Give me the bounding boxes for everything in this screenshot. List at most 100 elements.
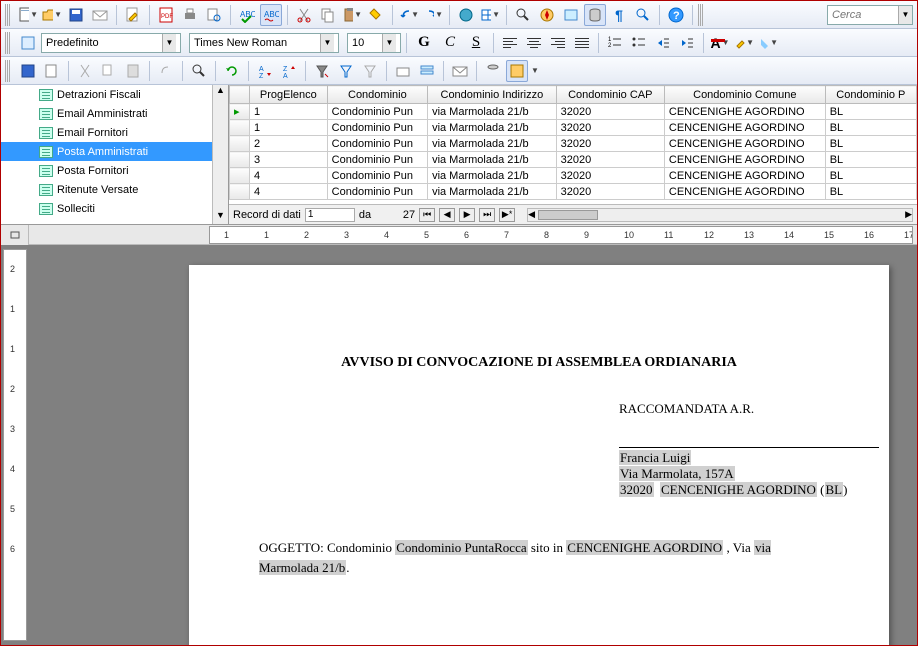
- hscroll-left[interactable]: ◀: [528, 209, 535, 220]
- redo-button[interactable]: ▼: [422, 4, 444, 26]
- page-scroll[interactable]: AVVISO DI CONVOCAZIONE DI ASSEMBLEA ORDI…: [29, 245, 917, 645]
- outdent-button[interactable]: [652, 32, 674, 54]
- remove-filter-button[interactable]: [359, 60, 381, 82]
- font-size-input[interactable]: [348, 34, 382, 52]
- cell[interactable]: via Marmolada 21/b: [428, 152, 557, 168]
- table-button[interactable]: ▼: [479, 4, 501, 26]
- find-button[interactable]: [512, 4, 534, 26]
- nav-new-button[interactable]: ▶*: [499, 208, 515, 222]
- cell[interactable]: 1: [250, 120, 328, 136]
- search-input[interactable]: [828, 6, 898, 24]
- vertical-ruler[interactable]: 21123456: [3, 249, 27, 641]
- undo-button[interactable]: ▼: [398, 4, 420, 26]
- toolbar-grip-2[interactable]: [698, 4, 704, 26]
- styles-button[interactable]: [17, 32, 39, 54]
- size-dropdown[interactable]: ▼: [382, 34, 396, 52]
- data-to-fields-button[interactable]: [416, 60, 438, 82]
- datasources-button[interactable]: [584, 4, 606, 26]
- paste-button[interactable]: ▼: [341, 4, 363, 26]
- document-page[interactable]: AVVISO DI CONVOCAZIONE DI ASSEMBLEA ORDI…: [189, 265, 889, 645]
- autofilter-button[interactable]: [311, 60, 333, 82]
- tree-item[interactable]: Ritenute Versate: [1, 180, 228, 199]
- row-header[interactable]: [230, 184, 250, 200]
- zoom-button[interactable]: [632, 4, 654, 26]
- data-to-text-button[interactable]: [392, 60, 414, 82]
- save-record-button[interactable]: [17, 60, 39, 82]
- row-header[interactable]: [230, 120, 250, 136]
- data-undo-button[interactable]: [155, 60, 177, 82]
- column-header[interactable]: Condominio P: [825, 86, 916, 104]
- nav-last-button[interactable]: ⏭: [479, 208, 495, 222]
- spellcheck-button[interactable]: ABC: [236, 4, 258, 26]
- row-header[interactable]: [230, 152, 250, 168]
- table-row[interactable]: ▸1Condominio Punvia Marmolada 21/b32020C…: [230, 104, 917, 120]
- sort-desc-button[interactable]: ZA: [278, 60, 300, 82]
- table-row[interactable]: 1Condominio Punvia Marmolada 21/b32020CE…: [230, 120, 917, 136]
- cell[interactable]: BL: [825, 184, 916, 200]
- format-paint-button[interactable]: [365, 4, 387, 26]
- toolbar-grip[interactable]: [5, 4, 11, 26]
- standard-filter-button[interactable]: [335, 60, 357, 82]
- cell[interactable]: via Marmolada 21/b: [428, 136, 557, 152]
- cell[interactable]: BL: [825, 152, 916, 168]
- cell[interactable]: Condominio Pun: [327, 136, 427, 152]
- navigator-button[interactable]: [536, 4, 558, 26]
- tree-item[interactable]: Posta Amministrati: [1, 142, 228, 161]
- data-grid[interactable]: ProgElencoCondominioCondominio Indirizzo…: [229, 85, 917, 200]
- font-name-input[interactable]: [190, 34, 320, 52]
- toolbar-overflow[interactable]: ▼: [531, 66, 539, 75]
- table-row[interactable]: 4Condominio Punvia Marmolada 21/b32020CE…: [230, 168, 917, 184]
- toolbar-grip-4[interactable]: [5, 60, 11, 82]
- cell[interactable]: CENCENIGHE AGORDINO: [664, 184, 825, 200]
- data-cut-button[interactable]: [74, 60, 96, 82]
- save-button[interactable]: [65, 4, 87, 26]
- tree-item[interactable]: Email Fornitori: [1, 123, 228, 142]
- cell[interactable]: Condominio Pun: [327, 152, 427, 168]
- highlight-button[interactable]: ▼: [733, 32, 755, 54]
- cell[interactable]: 32020: [556, 168, 664, 184]
- column-header[interactable]: ProgElenco: [250, 86, 328, 104]
- find-record-button[interactable]: [188, 60, 210, 82]
- cell[interactable]: via Marmolada 21/b: [428, 104, 557, 120]
- cell[interactable]: 1: [250, 104, 328, 120]
- cell[interactable]: CENCENIGHE AGORDINO: [664, 104, 825, 120]
- preview-button[interactable]: [203, 4, 225, 26]
- tree-item[interactable]: Solleciti: [1, 199, 228, 218]
- print-button[interactable]: [179, 4, 201, 26]
- cell[interactable]: 3: [250, 152, 328, 168]
- table-row[interactable]: 3Condominio Punvia Marmolada 21/b32020CE…: [230, 152, 917, 168]
- cell[interactable]: Condominio Pun: [327, 168, 427, 184]
- help-button[interactable]: ?: [665, 4, 687, 26]
- hscroll-thumb[interactable]: [538, 210, 598, 220]
- indent-button[interactable]: [676, 32, 698, 54]
- tree-item[interactable]: Posta Fornitori: [1, 161, 228, 180]
- bold-button[interactable]: G: [412, 32, 436, 54]
- cut-button[interactable]: [293, 4, 315, 26]
- cell[interactable]: CENCENIGHE AGORDINO: [664, 168, 825, 184]
- font-name-combo[interactable]: ▼: [189, 33, 339, 53]
- underline-button[interactable]: S: [464, 32, 488, 54]
- column-header[interactable]: Condominio CAP: [556, 86, 664, 104]
- cell[interactable]: 32020: [556, 184, 664, 200]
- align-center-button[interactable]: [523, 32, 545, 54]
- nav-prev-button[interactable]: ◀: [439, 208, 455, 222]
- new-doc-button[interactable]: ▼: [17, 4, 39, 26]
- cell[interactable]: Condominio Pun: [327, 104, 427, 120]
- cell[interactable]: via Marmolada 21/b: [428, 120, 557, 136]
- column-header[interactable]: Condominio Comune: [664, 86, 825, 104]
- align-left-button[interactable]: [499, 32, 521, 54]
- cell[interactable]: BL: [825, 104, 916, 120]
- align-right-button[interactable]: [547, 32, 569, 54]
- table-row[interactable]: 4Condominio Punvia Marmolada 21/b32020CE…: [230, 184, 917, 200]
- style-dropdown[interactable]: ▼: [162, 34, 176, 52]
- datasource-current-button[interactable]: [482, 60, 504, 82]
- cell[interactable]: via Marmolada 21/b: [428, 168, 557, 184]
- nonprinting-button[interactable]: ¶: [608, 4, 630, 26]
- cell[interactable]: CENCENIGHE AGORDINO: [664, 136, 825, 152]
- cell[interactable]: 4: [250, 168, 328, 184]
- hscroll-right[interactable]: ▶: [905, 209, 912, 220]
- bgcolor-button[interactable]: ▼: [757, 32, 779, 54]
- search-box[interactable]: ▼: [827, 5, 913, 25]
- tree-item[interactable]: Detrazioni Fiscali: [1, 85, 228, 104]
- numbered-list-button[interactable]: 12: [604, 32, 626, 54]
